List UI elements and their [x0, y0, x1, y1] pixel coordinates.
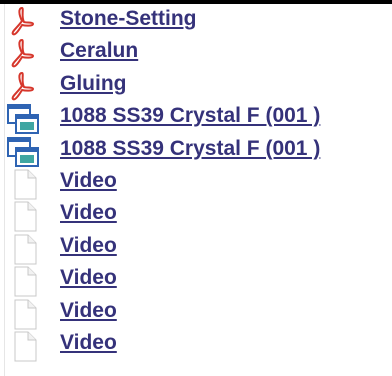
file-link[interactable]: Video	[60, 299, 117, 323]
pdf-icon[interactable]	[6, 38, 42, 70]
blank-document-icon[interactable]	[6, 330, 42, 362]
file-link[interactable]: 1088 SS39 Crystal F (001 )	[60, 104, 320, 128]
file-link[interactable]: Stone-Setting	[60, 7, 197, 31]
blank-document-icon[interactable]	[6, 168, 42, 200]
list-item: Stone-Setting	[0, 6, 392, 38]
list-item: Video	[0, 233, 392, 265]
pdf-icon[interactable]	[6, 6, 42, 38]
blank-document-icon[interactable]	[6, 265, 42, 297]
list-item: Ceralun	[0, 38, 392, 70]
video-window-icon[interactable]	[6, 136, 42, 168]
file-link[interactable]: Video	[60, 201, 117, 225]
list-item: Video	[0, 330, 392, 362]
blank-document-icon[interactable]	[6, 200, 42, 232]
blank-document-icon[interactable]	[6, 233, 42, 265]
file-link[interactable]: Gluing	[60, 72, 127, 96]
file-list: Stone-Setting Ceralun Gluing 1088 SS39 C…	[0, 6, 392, 362]
list-item: Video	[0, 298, 392, 330]
file-link[interactable]: Video	[60, 331, 117, 355]
list-item: Gluing	[0, 71, 392, 103]
list-item: Video	[0, 200, 392, 232]
file-link[interactable]: Video	[60, 234, 117, 258]
list-item: Video	[0, 168, 392, 200]
file-link[interactable]: Video	[60, 266, 117, 290]
file-link[interactable]: Ceralun	[60, 39, 138, 63]
list-item: 1088 SS39 Crystal F (001 )	[0, 136, 392, 168]
list-item: Video	[0, 265, 392, 297]
blank-document-icon[interactable]	[6, 298, 42, 330]
pdf-icon[interactable]	[6, 71, 42, 103]
list-item: 1088 SS39 Crystal F (001 )	[0, 103, 392, 135]
file-link[interactable]: Video	[60, 169, 117, 193]
top-border	[0, 0, 392, 4]
video-window-icon[interactable]	[6, 103, 42, 135]
file-link[interactable]: 1088 SS39 Crystal F (001 )	[60, 137, 320, 161]
